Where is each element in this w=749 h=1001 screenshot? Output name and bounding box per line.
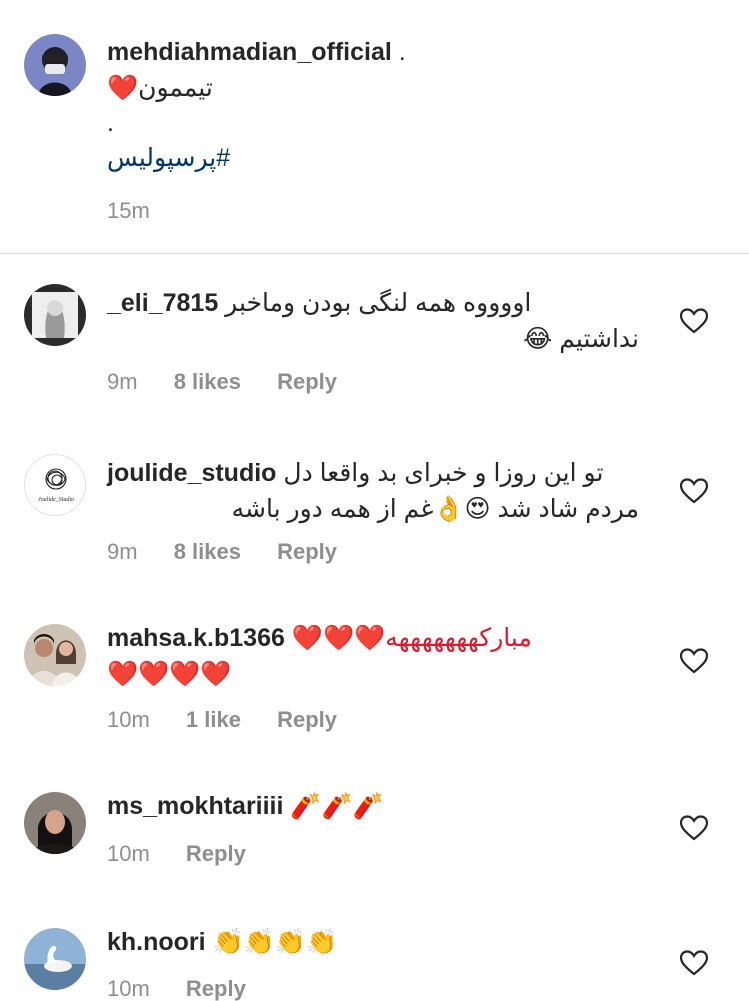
caption-line-2: . xyxy=(107,109,114,137)
comment-time: 9m xyxy=(107,539,138,564)
comment-line-2: مردم شاد شد 😍👌غم از همه دور باشه xyxy=(231,495,639,523)
heart-outline-icon xyxy=(680,950,708,976)
like-comment-button[interactable] xyxy=(680,815,708,841)
comment-text: 🧨🧨🧨 xyxy=(290,792,384,820)
post-caption: mehdiahmadian_official . تیممون❤️ . #پرس… xyxy=(0,0,749,254)
heart-outline-icon xyxy=(680,648,708,674)
like-comment-button[interactable] xyxy=(680,478,708,504)
comment-time: 10m xyxy=(107,976,150,1001)
comment-time: 10m xyxy=(107,707,150,732)
caption-meta: 15m xyxy=(107,198,180,224)
commenter-avatar[interactable]: Joulide_Studio xyxy=(24,454,86,516)
comment-meta: 10m Reply xyxy=(107,976,276,1001)
comment-username[interactable]: mahsa.k.b1366 xyxy=(107,624,285,652)
comment-item: _eli_7815 اووووه همه لنگی بودن وماخبر ند… xyxy=(0,254,749,424)
comment-text: اووووه همه لنگی بودن وماخبر xyxy=(225,289,532,317)
reply-button[interactable]: Reply xyxy=(186,841,246,866)
caption-username-suffix: . xyxy=(391,38,406,66)
caption-username[interactable]: mehdiahmadian_official xyxy=(107,38,392,66)
caption-author-avatar[interactable] xyxy=(24,34,86,96)
comment-line-1: kh.noori 👏👏👏👏 xyxy=(107,924,639,960)
reply-button[interactable]: Reply xyxy=(277,369,337,394)
caption-line-3: #پرسپولیس xyxy=(107,140,639,176)
like-comment-button[interactable] xyxy=(680,950,708,976)
caption-text: تیممون❤️ xyxy=(107,74,213,102)
comment-meta: 10m Reply xyxy=(107,841,276,867)
comment-line-2: نداشتیم 😂 xyxy=(523,325,639,353)
comment-username[interactable]: _eli_7815 xyxy=(107,289,218,317)
comment-text: تو این روزا و خبرای بد واقعا دل xyxy=(283,459,604,487)
comment-text: مبارکهههههههه❤️❤️❤️ xyxy=(291,624,532,652)
comment-username[interactable]: joulide_studio xyxy=(107,459,276,487)
comment-likes[interactable]: 8 likes xyxy=(174,369,241,394)
comment-item: kh.noori 👏👏👏👏 10m Reply xyxy=(0,898,749,1001)
commenter-avatar[interactable] xyxy=(24,928,86,990)
comment-line-1: _eli_7815 اووووه همه لنگی بودن وماخبر xyxy=(107,285,639,321)
comment-meta: 9m 8 likes Reply xyxy=(107,369,367,395)
comment-meta: 10m 1 like Reply xyxy=(107,707,367,733)
comment-meta: 9m 8 likes Reply xyxy=(107,539,367,565)
heart-outline-icon xyxy=(680,308,708,334)
comment-item: mahsa.k.b1366 مبارکهههههههه❤️❤️❤️ ❤️❤️❤️… xyxy=(0,594,749,762)
like-comment-button[interactable] xyxy=(680,308,708,334)
comment-time: 9m xyxy=(107,369,138,394)
commenter-avatar[interactable] xyxy=(24,624,86,686)
caption-header: mehdiahmadian_official . xyxy=(107,34,639,70)
comment-line-2: ❤️❤️❤️❤️ xyxy=(107,660,232,688)
comment-line-1: joulide_studio تو این روزا و خبرای بد وا… xyxy=(107,455,639,491)
commenter-avatar[interactable] xyxy=(24,284,86,346)
heart-outline-icon xyxy=(680,815,708,841)
comment-likes[interactable]: 8 likes xyxy=(174,539,241,564)
comment-likes[interactable]: 1 like xyxy=(186,707,241,732)
comment-item: ms_mokhtariiii 🧨🧨🧨 10m Reply xyxy=(0,762,749,898)
reply-button[interactable]: Reply xyxy=(186,976,246,1001)
comment-line-1: ms_mokhtariiii 🧨🧨🧨 xyxy=(107,788,639,824)
comment-line-1: mahsa.k.b1366 مبارکهههههههه❤️❤️❤️ xyxy=(107,620,639,656)
commenter-avatar[interactable] xyxy=(24,792,86,854)
like-comment-button[interactable] xyxy=(680,648,708,674)
comment-username[interactable]: kh.noori xyxy=(107,928,206,956)
reply-button[interactable]: Reply xyxy=(277,539,337,564)
comment-text: 👏👏👏👏 xyxy=(212,928,338,956)
caption-time: 15m xyxy=(107,198,150,223)
svg-text:Joulide_Studio: Joulide_Studio xyxy=(38,497,74,503)
comment-username[interactable]: ms_mokhtariiii xyxy=(107,792,283,820)
caption-hashtag[interactable]: #پرسپولیس xyxy=(107,144,230,172)
comment-item: Joulide_Studio joulide_studio تو این روز… xyxy=(0,424,749,594)
comment-time: 10m xyxy=(107,841,150,866)
caption-line-1: تیممون❤️ xyxy=(107,70,639,106)
reply-button[interactable]: Reply xyxy=(277,707,337,732)
heart-outline-icon xyxy=(680,478,708,504)
